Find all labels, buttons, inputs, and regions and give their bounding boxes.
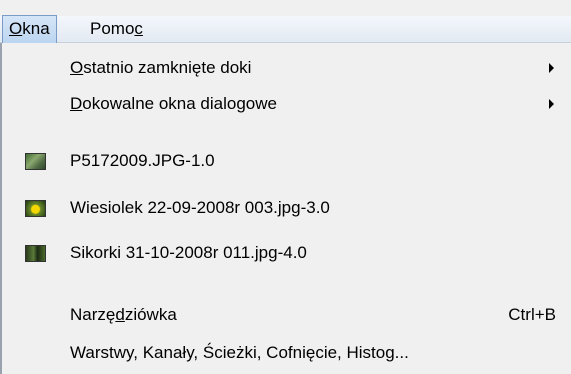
menu-item-label: Ostatnio zamknięte doki	[70, 58, 252, 77]
menu-item-image-wiesiolek[interactable]: Wiesiolek 22-09-2008r 003.jpg-3.0	[0, 193, 571, 223]
menu-item-label: Sikorki 31-10-2008r 011.jpg-4.0	[70, 243, 307, 262]
submenu-arrow-icon	[549, 63, 554, 73]
menu-item-label: P5172009.JPG-1.0	[70, 151, 215, 170]
submenu-arrow-icon	[549, 99, 554, 109]
menu-bar: Okna Pomoc	[0, 15, 571, 43]
image-thumbnail-icon	[25, 244, 46, 262]
menu-item-image-p5172009[interactable]: P5172009.JPG-1.0	[0, 146, 571, 176]
background-window-clip	[0, 0, 571, 16]
menu-item-dockable-dialogs[interactable]: Dokowalne okna dialogowe	[0, 89, 571, 119]
menu-item-layers-channels-paths[interactable]: Warstwy, Kanały, Ścieżki, Cofnięcie, His…	[0, 338, 571, 368]
image-thumbnail-icon	[25, 199, 46, 217]
shortcut-label: Ctrl+B	[508, 305, 556, 324]
menu-item-recently-closed-docks[interactable]: Ostatnio zamknięte doki	[0, 53, 571, 83]
menu-item-label: Dokowalne okna dialogowe	[70, 94, 277, 113]
menu-okna[interactable]: Okna	[2, 15, 57, 43]
menu-item-label: Warstwy, Kanały, Ścieżki, Cofnięcie, His…	[70, 343, 409, 362]
menu-item-image-sikorki[interactable]: Sikorki 31-10-2008r 011.jpg-4.0	[0, 238, 571, 268]
menu-pomoc[interactable]: Pomoc	[84, 16, 149, 42]
image-thumbnail-icon	[25, 152, 46, 170]
menu-item-label: Narzędziówka	[70, 305, 177, 324]
menu-item-toolbox[interactable]: Narzędziówka Ctrl+B	[0, 300, 571, 330]
menu-item-label: Wiesiolek 22-09-2008r 003.jpg-3.0	[70, 198, 330, 217]
